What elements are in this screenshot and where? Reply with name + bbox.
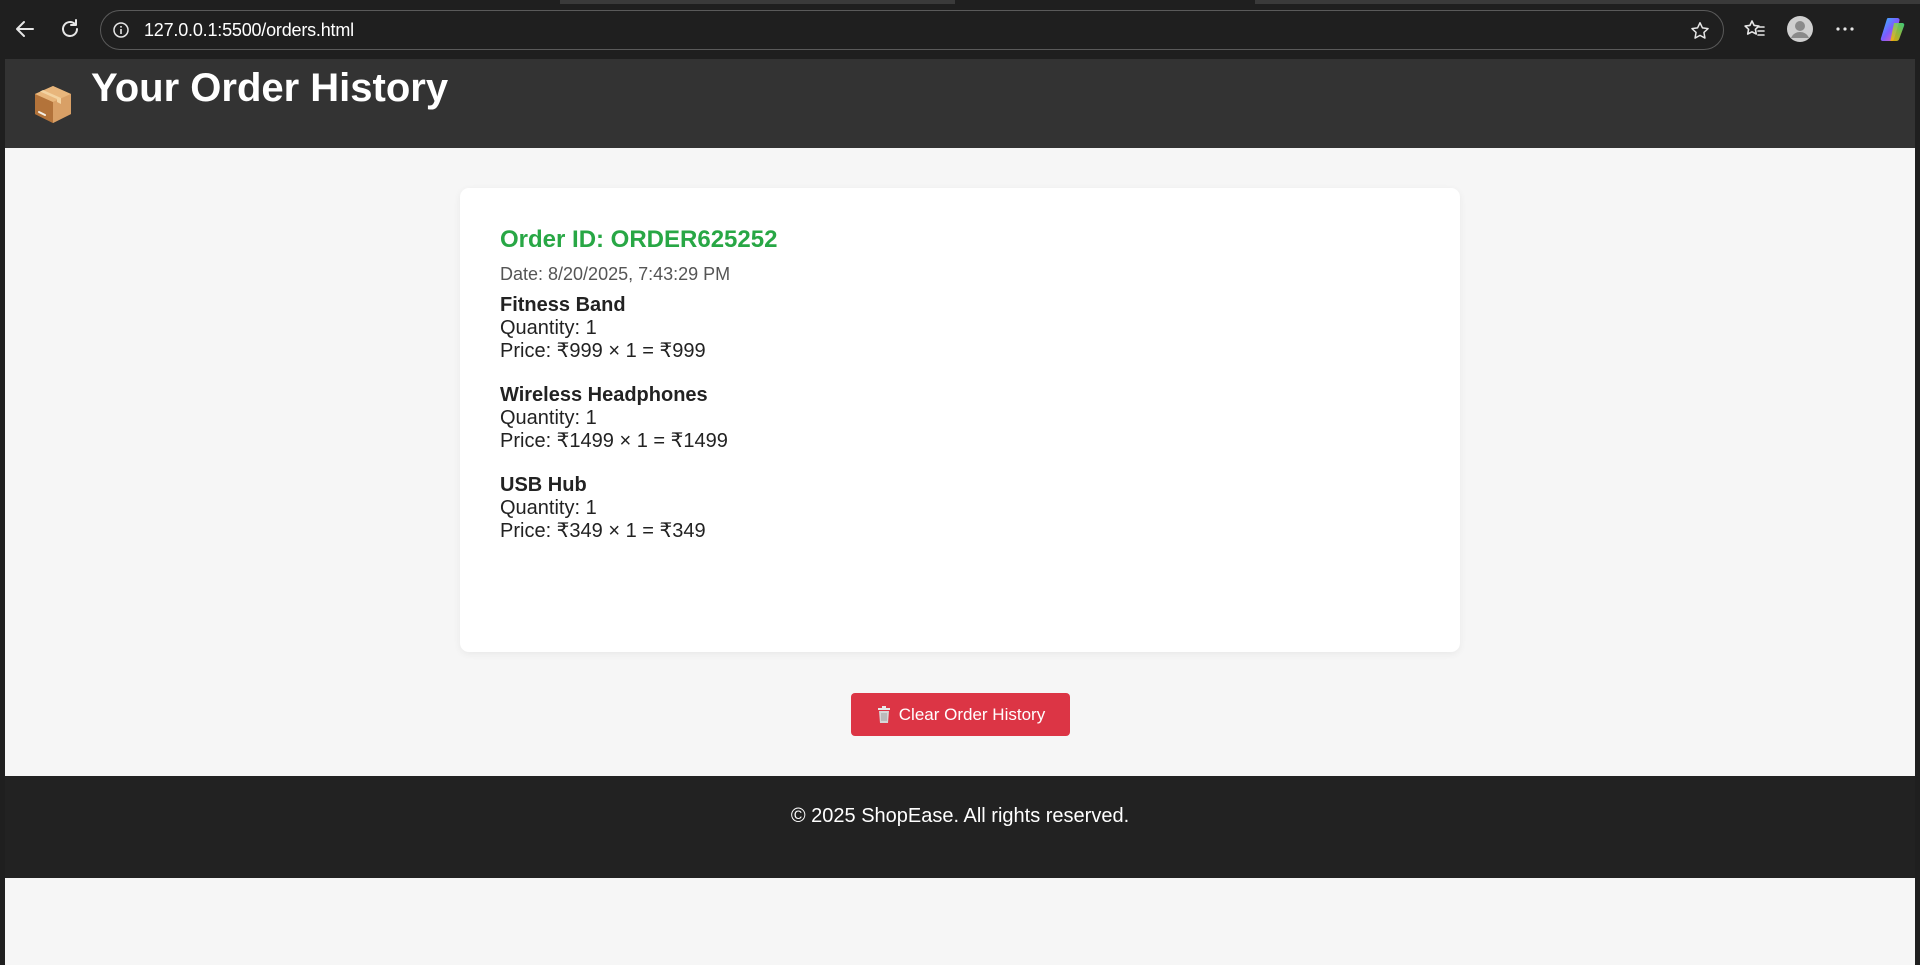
address-url[interactable]: 127.0.0.1:5500/orders.html	[144, 20, 354, 41]
footer-copyright: © 2025 ShopEase. All rights reserved.	[790, 804, 1130, 827]
favorite-star-icon[interactable]	[1689, 20, 1711, 42]
reload-button[interactable]	[53, 12, 87, 46]
tab-strip-segment	[560, 0, 955, 4]
page-header: Your Order History	[5, 59, 1915, 148]
favorites-button[interactable]	[1737, 12, 1771, 46]
item-quantity: Quantity: 1	[500, 497, 597, 519]
back-arrow-icon	[16, 21, 34, 37]
back-button[interactable]	[8, 12, 42, 46]
item-quantity: Quantity: 1	[500, 407, 597, 429]
order-id: Order ID: ORDER625252	[500, 226, 778, 253]
site-info-icon[interactable]	[112, 21, 130, 39]
browser-toolbar: 127.0.0.1:5500/orders.html	[0, 0, 1920, 59]
item-quantity: Quantity: 1	[500, 317, 597, 339]
tab-strip-segment	[1255, 0, 1920, 4]
favorites-icon	[1744, 20, 1765, 36]
clear-button-label: Clear Order History	[898, 704, 1046, 724]
copilot-button[interactable]	[1876, 12, 1910, 46]
item-name: Wireless Headphones	[500, 384, 708, 406]
more-icon	[1836, 27, 1854, 31]
trash-icon	[877, 705, 890, 723]
item-price: Price: ₹999 × 1 = ₹999	[500, 340, 706, 362]
page-footer: © 2025 ShopEase. All rights reserved.	[5, 776, 1915, 878]
item-price: Price: ₹1499 × 1 = ₹1499	[500, 430, 728, 452]
profile-icon	[1787, 16, 1813, 42]
more-menu-button[interactable]	[1828, 12, 1862, 46]
page-title: Your Order History	[91, 65, 449, 110]
profile-button[interactable]	[1783, 12, 1817, 46]
address-bar[interactable]: 127.0.0.1:5500/orders.html	[100, 10, 1724, 50]
item-name: USB Hub	[500, 474, 587, 496]
item-price: Price: ₹349 × 1 = ₹349	[500, 520, 706, 542]
order-item: Wireless Headphones Quantity: 1 Price: ₹…	[500, 384, 728, 453]
package-box-icon	[35, 85, 71, 123]
reload-icon	[62, 19, 78, 37]
order-items-list: Fitness Band Quantity: 1 Price: ₹999 × 1…	[500, 294, 728, 564]
page-viewport: Your Order History Order ID: ORDER625252…	[5, 59, 1915, 965]
order-card: Order ID: ORDER625252 Date: 8/20/2025, 7…	[460, 188, 1460, 652]
copilot-icon	[1880, 18, 1905, 41]
clear-order-history-button[interactable]: Clear Order History	[851, 693, 1070, 736]
order-date: Date: 8/20/2025, 7:43:29 PM	[500, 264, 731, 284]
item-name: Fitness Band	[500, 294, 626, 316]
order-item: USB Hub Quantity: 1 Price: ₹349 × 1 = ₹3…	[500, 474, 728, 543]
order-item: Fitness Band Quantity: 1 Price: ₹999 × 1…	[500, 294, 728, 363]
